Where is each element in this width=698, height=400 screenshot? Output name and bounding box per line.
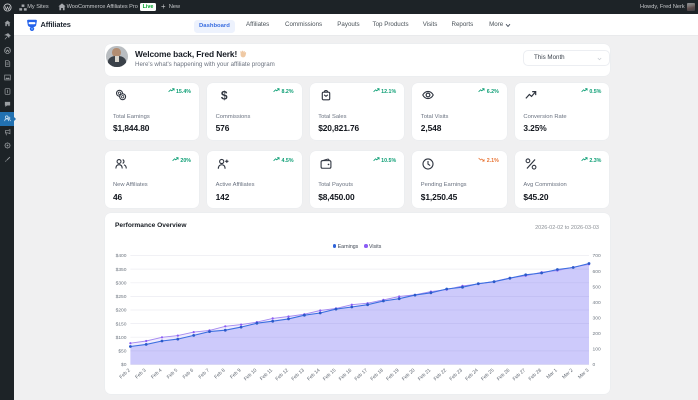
svg-text:$100: $100 — [115, 335, 126, 341]
svg-text:Feb 19: Feb 19 — [385, 367, 401, 382]
svg-text:0: 0 — [592, 362, 595, 368]
svg-text:700: 700 — [592, 253, 600, 259]
svg-text:Feb 20: Feb 20 — [401, 367, 417, 382]
svg-text:Feb 28: Feb 28 — [527, 367, 543, 382]
svg-text:Feb 24: Feb 24 — [464, 367, 480, 382]
svg-text:Feb 11: Feb 11 — [258, 367, 273, 382]
svg-text:Feb 22: Feb 22 — [432, 367, 448, 382]
svg-text:Feb 21: Feb 21 — [416, 367, 432, 382]
svg-text:Feb 8: Feb 8 — [213, 367, 227, 380]
svg-text:Feb 15: Feb 15 — [322, 367, 338, 382]
svg-text:100: 100 — [592, 347, 600, 353]
svg-text:Mar 3: Mar 3 — [577, 367, 591, 380]
svg-text:Feb 23: Feb 23 — [448, 367, 464, 382]
svg-text:$150: $150 — [115, 321, 126, 327]
svg-text:$0: $0 — [121, 362, 127, 368]
svg-text:$350: $350 — [115, 267, 126, 273]
svg-text:Feb 5: Feb 5 — [165, 367, 179, 380]
svg-text:200: 200 — [592, 331, 600, 337]
svg-text:$50: $50 — [118, 349, 126, 355]
svg-text:Feb 6: Feb 6 — [181, 367, 195, 380]
svg-text:Feb 16: Feb 16 — [337, 367, 353, 382]
svg-text:$: $ — [221, 89, 228, 101]
svg-text:Mar 2: Mar 2 — [561, 367, 575, 380]
svg-text:Feb 4: Feb 4 — [150, 367, 164, 380]
svg-text:$250: $250 — [115, 294, 126, 300]
svg-text:600: 600 — [592, 269, 600, 275]
svg-text:Feb 2: Feb 2 — [118, 367, 132, 380]
svg-text:Feb 27: Feb 27 — [511, 367, 527, 382]
svg-text:Feb 3: Feb 3 — [134, 367, 148, 380]
svg-text:Feb 9: Feb 9 — [229, 367, 243, 380]
svg-text:Feb 13: Feb 13 — [290, 367, 306, 382]
svg-text:400: 400 — [592, 300, 600, 306]
svg-text:$300: $300 — [115, 281, 126, 287]
svg-text:300: 300 — [592, 316, 600, 322]
svg-text:Feb 26: Feb 26 — [495, 367, 511, 382]
svg-text:$200: $200 — [115, 308, 126, 314]
svg-text:Feb 14: Feb 14 — [306, 367, 322, 382]
svg-text:Feb 12: Feb 12 — [274, 367, 290, 382]
svg-text:Feb 10: Feb 10 — [242, 367, 258, 382]
svg-text:Mar 1: Mar 1 — [545, 367, 559, 380]
svg-text:Feb 25: Feb 25 — [480, 367, 496, 382]
svg-text:$400: $400 — [115, 253, 126, 259]
svg-text:Feb 7: Feb 7 — [197, 367, 211, 380]
svg-text:Feb 17: Feb 17 — [353, 367, 369, 382]
svg-text:500: 500 — [592, 284, 600, 290]
svg-text:Feb 18: Feb 18 — [369, 367, 385, 382]
